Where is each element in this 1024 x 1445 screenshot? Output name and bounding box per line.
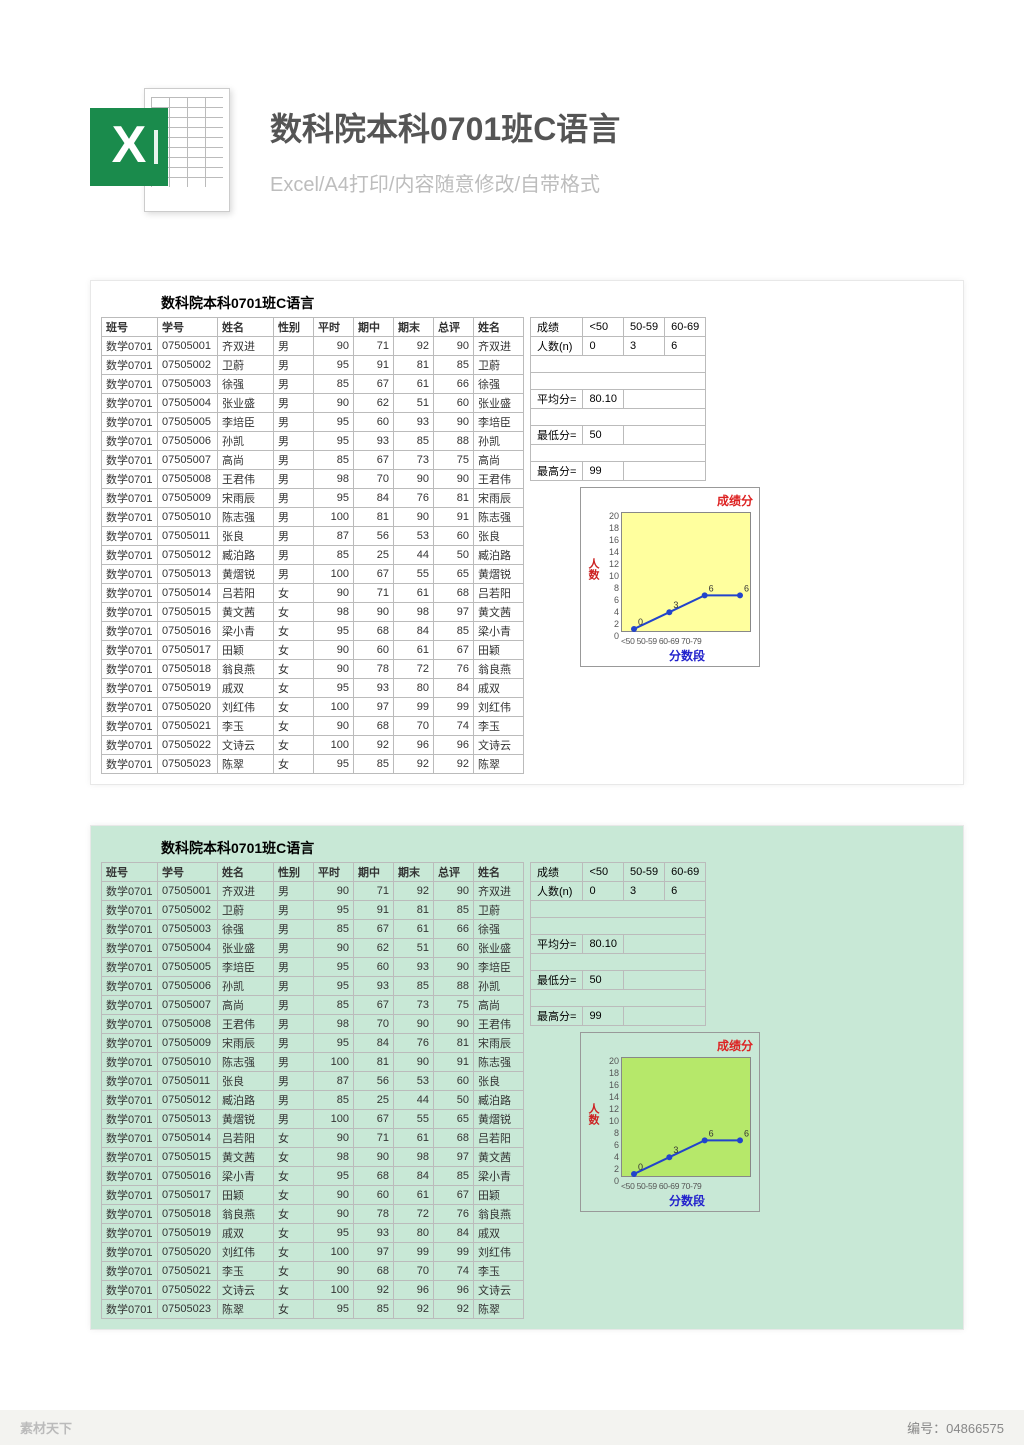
table-row: 数学070107505011张良男87565360张良 bbox=[102, 527, 524, 546]
table-row: 数学070107505013黄熠锐男100675565黄熠锐 bbox=[102, 565, 524, 584]
score-chart: 成绩分 20181614121086420 人数 0366 <50 50-59 … bbox=[580, 1032, 760, 1212]
table-row: 数学070107505005李培臣男95609390李培臣 bbox=[102, 413, 524, 432]
table-row: 数学070107505016梁小青女95688485梁小青 bbox=[102, 622, 524, 641]
stats-panel: 成绩<5050-5960-69 人数(n)036 平均分=80.10 最低分=5… bbox=[530, 862, 760, 1319]
page-subtitle: Excel/A4打印/内容随意修改/自带格式 bbox=[270, 168, 620, 197]
svg-text:3: 3 bbox=[673, 600, 678, 610]
stats-panel: 成绩<5050-5960-69 人数(n)036 平均分=80.10 最低分=5… bbox=[530, 317, 760, 774]
table-row: 数学070107505011张良男87565360张良 bbox=[102, 1072, 524, 1091]
table-row: 数学070107505020刘红伟女100979999刘红伟 bbox=[102, 698, 524, 717]
table-row: 数学070107505015黄文茜女98909897黄文茜 bbox=[102, 1148, 524, 1167]
table-row: 数学070107505022文诗云女100929696文诗云 bbox=[102, 1281, 524, 1300]
table-row: 数学070107505013黄熠锐男100675565黄熠锐 bbox=[102, 1110, 524, 1129]
table-row: 数学070107505019戚双女95938084戚双 bbox=[102, 1224, 524, 1243]
score-table: 班号学号姓名性别平时期中期末总评姓名 数学070107505001齐双进男907… bbox=[101, 862, 524, 1319]
table-row: 数学070107505017田颖女90606167田颖 bbox=[102, 641, 524, 660]
table-row: 数学070107505004张业盛男90625160张业盛 bbox=[102, 394, 524, 413]
table-row: 数学070107505009宋雨辰男95847681宋雨辰 bbox=[102, 489, 524, 508]
table-row: 数学070107505004张业盛男90625160张业盛 bbox=[102, 939, 524, 958]
table-row: 数学070107505002卫蔚男95918185卫蔚 bbox=[102, 901, 524, 920]
svg-text:6: 6 bbox=[709, 583, 714, 593]
table-row: 数学070107505001齐双进男90719290齐双进 bbox=[102, 337, 524, 356]
table-row: 数学070107505015黄文茜女98909897黄文茜 bbox=[102, 603, 524, 622]
table-row: 数学070107505008王君伟男98709090王君伟 bbox=[102, 1015, 524, 1034]
sheet-title: 数科院本科0701班C语言 bbox=[101, 291, 963, 317]
sheet-title: 数科院本科0701班C语言 bbox=[101, 836, 963, 862]
svg-text:3: 3 bbox=[673, 1145, 678, 1155]
table-row: 数学070107505016梁小青女95688485梁小青 bbox=[102, 1167, 524, 1186]
table-row: 数学070107505003徐强男85676166徐强 bbox=[102, 375, 524, 394]
table-row: 数学070107505019戚双女95938084戚双 bbox=[102, 679, 524, 698]
footer-logo: 素材天下 bbox=[20, 1418, 72, 1437]
table-row: 数学070107505005李培臣男95609390李培臣 bbox=[102, 958, 524, 977]
table-row: 数学070107505020刘红伟女100979999刘红伟 bbox=[102, 1243, 524, 1262]
table-row: 数学070107505021李玉女90687074李玉 bbox=[102, 1262, 524, 1281]
footer: 素材天下 编号：04866575 bbox=[0, 1410, 1024, 1445]
table-row: 数学070107505023陈翠女95859292陈翠 bbox=[102, 755, 524, 774]
table-row: 数学070107505007高尚男85677375高尚 bbox=[102, 996, 524, 1015]
table-row: 数学070107505006孙凯男95938588孙凯 bbox=[102, 977, 524, 996]
svg-text:0: 0 bbox=[638, 617, 643, 627]
header: X 数科院本科0701班C语言 Excel/A4打印/内容随意修改/自带格式 bbox=[90, 80, 964, 220]
excel-icon: X bbox=[90, 80, 230, 220]
svg-text:6: 6 bbox=[744, 583, 749, 593]
preview-white: 数科院本科0701班C语言 班号学号姓名性别平时期中期末总评姓名 数学07010… bbox=[90, 280, 964, 785]
table-row: 数学070107505023陈翠女95859292陈翠 bbox=[102, 1300, 524, 1319]
svg-text:0: 0 bbox=[638, 1162, 643, 1172]
preview-green: 数科院本科0701班C语言 班号学号姓名性别平时期中期末总评姓名 数学07010… bbox=[90, 825, 964, 1330]
svg-text:6: 6 bbox=[709, 1128, 714, 1138]
table-row: 数学070107505012臧泊路男85254450臧泊路 bbox=[102, 546, 524, 565]
score-chart: 成绩分 20181614121086420 人数 0366 <50 50-59 … bbox=[580, 487, 760, 667]
table-row: 数学070107505009宋雨辰男95847681宋雨辰 bbox=[102, 1034, 524, 1053]
svg-text:6: 6 bbox=[744, 1128, 749, 1138]
page-title: 数科院本科0701班C语言 bbox=[270, 104, 620, 150]
table-row: 数学070107505002卫蔚男95918185卫蔚 bbox=[102, 356, 524, 375]
table-row: 数学070107505001齐双进男90719290齐双进 bbox=[102, 882, 524, 901]
table-row: 数学070107505022文诗云女100929696文诗云 bbox=[102, 736, 524, 755]
table-row: 数学070107505014吕若阳女90716168吕若阳 bbox=[102, 584, 524, 603]
table-row: 数学070107505012臧泊路男85254450臧泊路 bbox=[102, 1091, 524, 1110]
table-row: 数学070107505003徐强男85676166徐强 bbox=[102, 920, 524, 939]
table-row: 数学070107505021李玉女90687074李玉 bbox=[102, 717, 524, 736]
table-row: 数学070107505010陈志强男100819091陈志强 bbox=[102, 508, 524, 527]
score-table: 班号学号姓名性别平时期中期末总评姓名 数学070107505001齐双进男907… bbox=[101, 317, 524, 774]
table-row: 数学070107505008王君伟男98709090王君伟 bbox=[102, 470, 524, 489]
table-row: 数学070107505017田颖女90606167田颖 bbox=[102, 1186, 524, 1205]
table-row: 数学070107505014吕若阳女90716168吕若阳 bbox=[102, 1129, 524, 1148]
table-row: 数学070107505010陈志强男100819091陈志强 bbox=[102, 1053, 524, 1072]
table-row: 数学070107505018翁良燕女90787276翁良燕 bbox=[102, 660, 524, 679]
table-row: 数学070107505007高尚男85677375高尚 bbox=[102, 451, 524, 470]
table-row: 数学070107505006孙凯男95938588孙凯 bbox=[102, 432, 524, 451]
table-row: 数学070107505018翁良燕女90787276翁良燕 bbox=[102, 1205, 524, 1224]
